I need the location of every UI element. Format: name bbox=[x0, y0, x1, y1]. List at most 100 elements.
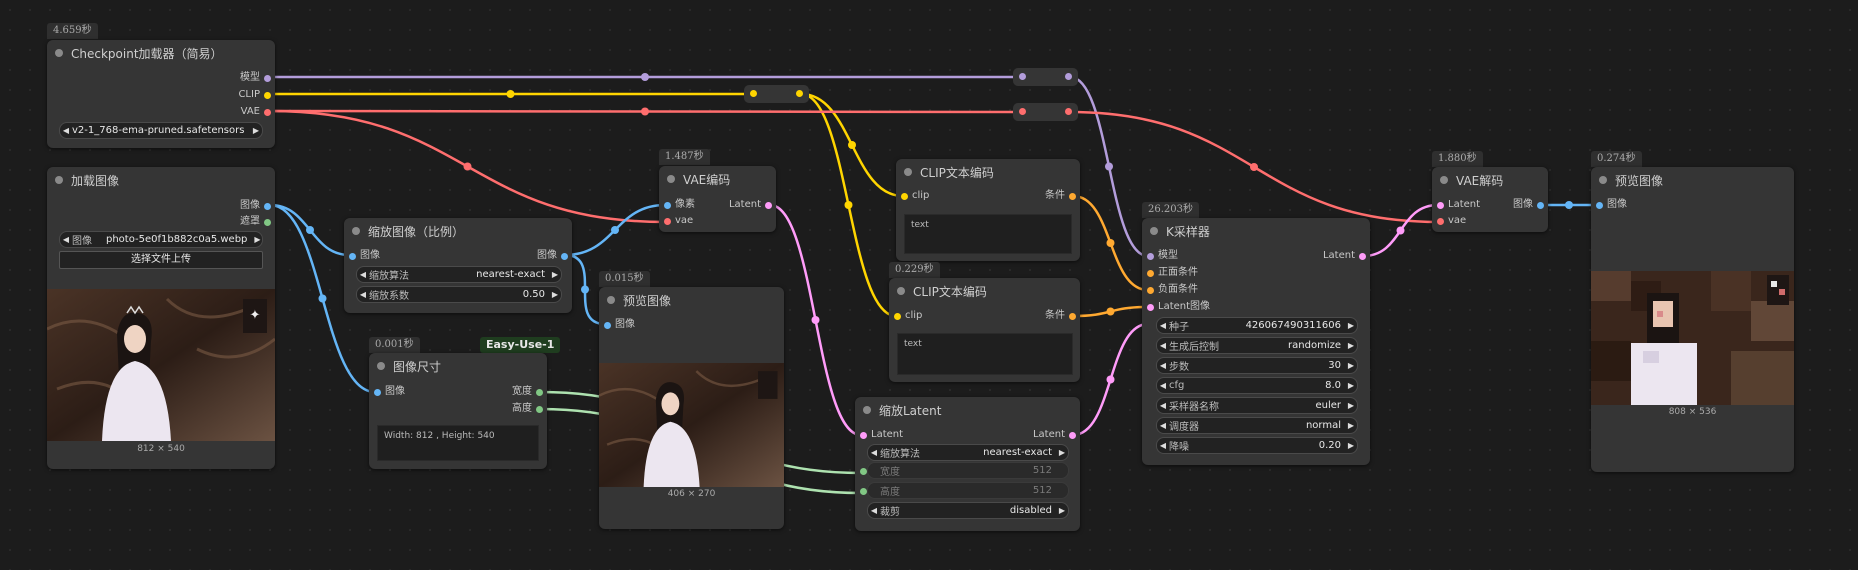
input-latent[interactable]: Latent bbox=[1437, 198, 1480, 212]
crop-combo[interactable]: ◀ 裁剪 disabled ▶ bbox=[867, 502, 1069, 519]
denoise-widget[interactable]: ◀ 降噪 0.20 ▶ bbox=[1156, 437, 1358, 454]
reroute-model[interactable] bbox=[1013, 68, 1078, 86]
output-vae[interactable]: VAE bbox=[241, 105, 271, 119]
steps-widget[interactable]: ◀ 步数 30 ▶ bbox=[1156, 357, 1358, 374]
input-vae[interactable]: vae bbox=[1437, 214, 1466, 228]
collapse-dot-icon[interactable] bbox=[1599, 176, 1607, 184]
prompt-textarea[interactable]: text bbox=[897, 333, 1073, 375]
input-pixels[interactable]: 像素 bbox=[664, 198, 695, 212]
input-model[interactable]: 模型 bbox=[1147, 249, 1178, 263]
input-latent-image[interactable]: Latent图像 bbox=[1147, 300, 1210, 314]
upscale-method-combo[interactable]: ◀ 缩放算法 nearest-exact ▶ bbox=[356, 266, 562, 283]
output-latent[interactable]: Latent bbox=[1033, 428, 1076, 442]
upscale-method-combo[interactable]: ◀ 缩放算法 nearest-exact ▶ bbox=[867, 444, 1069, 461]
collapse-dot-icon[interactable] bbox=[55, 176, 63, 184]
node-header[interactable]: 图像尺寸 bbox=[369, 353, 547, 379]
output-latent[interactable]: Latent bbox=[1323, 249, 1366, 263]
input-clip[interactable]: clip bbox=[901, 189, 929, 203]
output-clip[interactable]: CLIP bbox=[238, 88, 271, 102]
size-info-text[interactable]: Width: 812 , Height: 540 bbox=[377, 425, 539, 461]
node-header[interactable]: CLIP文本编码 bbox=[889, 278, 1080, 304]
ckpt-name-combo[interactable]: ◀ v2-1_768-ema-pruned.safetensors ▶ bbox=[59, 122, 263, 139]
prompt-textarea[interactable]: text bbox=[904, 214, 1072, 254]
input-image[interactable]: 图像 bbox=[1596, 198, 1627, 212]
output-image[interactable]: 图像 bbox=[537, 249, 568, 263]
preview-image-node[interactable]: 预览图像 图像 406 × 270 bbox=[599, 287, 784, 529]
input-image[interactable]: 图像 bbox=[604, 318, 635, 332]
input-negative[interactable]: 负面条件 bbox=[1147, 283, 1198, 297]
reroute-out-pin[interactable] bbox=[1065, 73, 1072, 80]
input-vae[interactable]: vae bbox=[664, 214, 693, 228]
output-width[interactable]: 宽度 bbox=[512, 385, 543, 399]
left-arrow-icon: ◀ bbox=[1159, 381, 1167, 390]
reroute-out-pin[interactable] bbox=[796, 90, 803, 97]
left-arrow-icon: ◀ bbox=[62, 235, 70, 244]
input-image[interactable]: 图像 bbox=[349, 249, 380, 263]
image-combo[interactable]: ◀ 图像 photo-5e0f1b882c0a5.webp ▶ bbox=[59, 231, 263, 248]
collapse-dot-icon[interactable] bbox=[863, 406, 871, 414]
image-size-node[interactable]: 图像尺寸 图像 宽度 高度 Width: 812 , Height: 540 bbox=[369, 353, 547, 469]
output-image[interactable]: 图像 bbox=[1513, 198, 1544, 212]
node-title: 预览图像 bbox=[1615, 173, 1664, 188]
preview-image-final-node[interactable]: 预览图像 图像 808 × 536 bbox=[1591, 167, 1794, 472]
output-conditioning[interactable]: 条件 bbox=[1045, 189, 1076, 203]
node-header[interactable]: 预览图像 bbox=[1591, 167, 1794, 193]
collapse-dot-icon[interactable] bbox=[1440, 176, 1448, 184]
collapse-dot-icon[interactable] bbox=[1150, 227, 1158, 235]
seed-widget[interactable]: ◀ 种子 426067490311606 ▶ bbox=[1156, 317, 1358, 334]
ksampler-node[interactable]: K采样器 模型 Latent 正面条件 负面条件 Latent图像 ◀ 种子 426… bbox=[1142, 218, 1370, 465]
output-height[interactable]: 高度 bbox=[512, 402, 543, 416]
reroute-vae[interactable] bbox=[1013, 103, 1078, 121]
collapse-dot-icon[interactable] bbox=[352, 227, 360, 235]
cfg-widget[interactable]: ◀ cfg 8.0 ▶ bbox=[1156, 377, 1358, 394]
node-header[interactable]: 缩放图像（比例） bbox=[344, 218, 572, 244]
node-header[interactable]: 加载图像 bbox=[47, 167, 275, 193]
scale-image-node[interactable]: 缩放图像（比例） 图像 图像 ◀ 缩放算法 nearest-exact ▶ ◀ 缩放系数… bbox=[344, 218, 572, 313]
vae-decode-node[interactable]: VAE解码 Latent 图像 vae bbox=[1432, 167, 1548, 232]
output-conditioning[interactable]: 条件 bbox=[1045, 309, 1076, 323]
reroute-out-pin[interactable] bbox=[1065, 108, 1072, 115]
output-image[interactable]: 图像 bbox=[240, 199, 271, 213]
collapse-dot-icon[interactable] bbox=[607, 296, 615, 304]
node-header[interactable]: VAE编码 bbox=[659, 166, 776, 192]
collapse-dot-icon[interactable] bbox=[667, 175, 675, 183]
node-header[interactable]: CLIP文本编码 bbox=[896, 159, 1080, 185]
collapse-dot-icon[interactable] bbox=[55, 49, 63, 57]
clip-text-encode-negative-node[interactable]: CLIP文本编码 clip 条件 text bbox=[889, 278, 1080, 382]
scale-factor-number[interactable]: ◀ 缩放系数 0.50 ▶ bbox=[356, 286, 562, 303]
left-arrow-icon: ◀ bbox=[1159, 341, 1167, 350]
input-latent[interactable]: Latent bbox=[860, 428, 903, 442]
output-latent[interactable]: Latent bbox=[729, 198, 772, 212]
node-header[interactable]: VAE解码 bbox=[1432, 167, 1548, 193]
input-positive[interactable]: 正面条件 bbox=[1147, 266, 1198, 280]
input-image[interactable]: 图像 bbox=[374, 385, 405, 399]
node-title: Checkpoint加载器（简易） bbox=[71, 46, 223, 61]
output-mask[interactable]: 遮罩 bbox=[240, 215, 271, 229]
checkpoint-loader-node[interactable]: Checkpoint加载器（简易） 模型 CLIP VAE ◀ v2-1_768-… bbox=[47, 40, 275, 148]
right-arrow-icon: ▶ bbox=[254, 235, 261, 244]
final-preview-thumbnail bbox=[1591, 271, 1794, 405]
scale-latent-node[interactable]: 缩放Latent Latent Latent ◀ 缩放算法 nearest-exac… bbox=[855, 397, 1080, 531]
upload-button[interactable]: 选择文件上传 bbox=[59, 251, 263, 269]
node-header[interactable]: Checkpoint加载器（简易） bbox=[47, 40, 275, 66]
reroute-in-pin[interactable] bbox=[750, 90, 757, 97]
input-clip[interactable]: clip bbox=[894, 309, 922, 323]
scheduler-widget[interactable]: ◀ 调度器 normal ▶ bbox=[1156, 417, 1358, 434]
sampler-name-widget[interactable]: ◀ 采样器名称 euler ▶ bbox=[1156, 397, 1358, 414]
load-image-node[interactable]: 加载图像 图像 遮罩 ◀ 图像 photo-5e0f1b882c0a5.webp ▶ … bbox=[47, 167, 275, 469]
reroute-clip[interactable] bbox=[744, 85, 809, 103]
node-header[interactable]: K采样器 bbox=[1142, 218, 1370, 244]
control-after-generate-widget[interactable]: ◀ 生成后控制 randomize ▶ bbox=[1156, 337, 1358, 354]
collapse-dot-icon[interactable] bbox=[904, 168, 912, 176]
reroute-in-pin[interactable] bbox=[1019, 73, 1026, 80]
node-title: K采样器 bbox=[1166, 224, 1210, 239]
clip-text-encode-positive-node[interactable]: CLIP文本编码 clip 条件 text bbox=[896, 159, 1080, 261]
collapse-dot-icon[interactable] bbox=[897, 287, 905, 295]
node-title: VAE编码 bbox=[683, 172, 731, 187]
output-model[interactable]: 模型 bbox=[240, 71, 271, 85]
reroute-in-pin[interactable] bbox=[1019, 108, 1026, 115]
node-header[interactable]: 预览图像 bbox=[599, 287, 784, 313]
node-header[interactable]: 缩放Latent bbox=[855, 397, 1080, 423]
vae-encode-node[interactable]: VAE编码 像素 Latent vae bbox=[659, 166, 776, 232]
collapse-dot-icon[interactable] bbox=[377, 362, 385, 370]
